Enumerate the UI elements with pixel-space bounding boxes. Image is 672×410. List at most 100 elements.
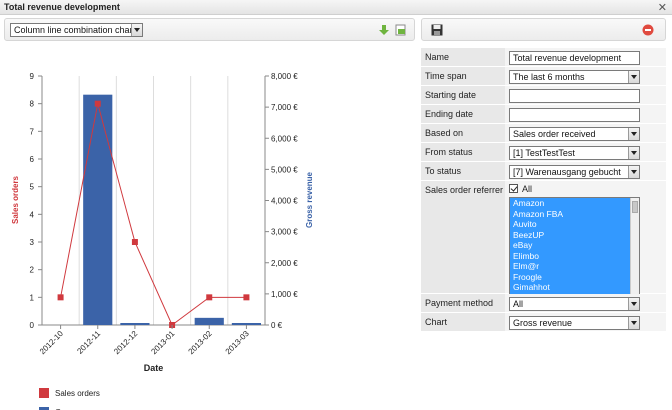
referrer-listbox[interactable]: Amazon Amazon FBA Auvito BeezUP eBay Elimbo El…	[509, 197, 640, 296]
referrer-label: Sales order referrer	[421, 181, 505, 293]
referrer-option[interactable]: Froogle	[510, 272, 639, 283]
chevron-down-icon	[628, 147, 639, 159]
revenue-bar	[120, 323, 150, 325]
right-tick-label: 0 €	[271, 321, 283, 330]
chevron-down-icon	[628, 166, 639, 178]
legend-swatch	[39, 388, 49, 398]
right-tick-label: 3,000 €	[271, 228, 298, 237]
payment-label: Payment method	[421, 294, 505, 312]
form-row-to-status: To status [7] Warenausgang gebucht	[421, 162, 666, 181]
payment-select[interactable]: All	[509, 297, 640, 311]
left-tick-label: 3	[30, 238, 35, 247]
payment-value: All	[513, 299, 524, 309]
sales-orders-point	[94, 100, 101, 107]
timespan-select[interactable]: The last 6 months	[509, 70, 640, 84]
form-row-name: Name Total revenue development	[421, 48, 666, 67]
based-on-value: Sales order received	[513, 129, 596, 139]
chart-toolbar: Column line combination chart	[4, 18, 415, 41]
x-tick-label: 2012-11	[75, 329, 102, 356]
x-tick-label: 2013-02	[187, 329, 215, 357]
referrer-option[interactable]: Amazon	[510, 198, 639, 209]
left-tick-label: 1	[30, 293, 35, 302]
chevron-down-icon	[628, 128, 639, 140]
referrer-option[interactable]: Amazon FBA	[510, 209, 639, 220]
referrer-option[interactable]: eBay	[510, 240, 639, 251]
chevron-down-icon	[628, 317, 639, 329]
to-status-label: To status	[421, 162, 505, 180]
x-axis-title: Date	[144, 363, 164, 373]
to-status-value: [7] Warenausgang gebucht	[513, 167, 621, 177]
referrer-option[interactable]: Gimahhot	[510, 282, 639, 293]
timespan-value: The last 6 months	[513, 72, 585, 82]
left-axis-title: Sales orders	[11, 175, 20, 224]
form-row-referrer: Sales order referrer All Amazon Amazon FB…	[421, 181, 666, 296]
ending-date-label: Ending date	[421, 105, 505, 123]
left-tick-label: 8	[30, 100, 35, 109]
referrer-option[interactable]: Elimbo	[510, 251, 639, 262]
form-row-timespan: Time span The last 6 months	[421, 67, 666, 86]
right-tick-label: 5,000 €	[271, 165, 298, 174]
right-tick-label: 4,000 €	[271, 197, 298, 206]
form-row-chart: Chart Gross revenue	[421, 313, 666, 332]
sales-orders-point	[131, 239, 138, 245]
name-label: Name	[421, 48, 505, 66]
chart-value: Gross revenue	[513, 318, 573, 328]
download-arrow-icon[interactable]	[378, 24, 390, 36]
red-minus-icon[interactable]	[642, 24, 654, 36]
starting-date-field[interactable]	[509, 89, 640, 103]
referrer-all-checkbox[interactable]	[509, 184, 518, 193]
sales-orders-point	[206, 294, 213, 301]
left-tick-label: 2	[30, 266, 35, 275]
form-row-from-status: From status [1] TestTestTest	[421, 143, 666, 162]
x-tick-label: 2013-03	[224, 329, 252, 357]
revenue-bar	[83, 94, 113, 325]
scrollbar-thumb[interactable]	[632, 201, 638, 213]
from-status-label: From status	[421, 143, 505, 161]
listbox-scrollbar[interactable]	[630, 198, 639, 295]
chart-label: Chart	[421, 313, 505, 331]
timespan-label: Time span	[421, 67, 505, 85]
form-row-payment: Payment method All	[421, 294, 666, 313]
chevron-down-icon	[131, 24, 142, 36]
right-axis-title: Gross revenue	[305, 171, 314, 228]
referrer-option[interactable]: BeezUP	[510, 230, 639, 241]
based-on-label: Based on	[421, 124, 505, 142]
export-document-icon[interactable]	[395, 24, 407, 36]
ending-date-field[interactable]	[509, 108, 640, 122]
referrer-all-label: All	[522, 184, 533, 194]
form-row-based-on: Based on Sales order received	[421, 124, 666, 143]
referrer-option[interactable]: Auvito	[510, 219, 639, 230]
from-status-value: [1] TestTestTest	[513, 148, 575, 158]
settings-panel: Name Total revenue development Time span…	[421, 18, 666, 336]
x-tick-label: 2012-10	[38, 329, 66, 357]
right-tick-label: 6,000 €	[271, 134, 298, 143]
chart-type-select[interactable]: Column line combination chart	[10, 23, 143, 37]
form-row-end: Ending date	[421, 105, 666, 124]
right-tick-label: 2,000 €	[271, 259, 298, 268]
revenue-bar	[194, 317, 224, 325]
legend-label: Sales orders	[55, 389, 100, 398]
left-tick-label: 0	[30, 321, 35, 330]
to-status-select[interactable]: [7] Warenausgang gebucht	[509, 165, 640, 179]
left-tick-label: 9	[30, 72, 35, 81]
from-status-select[interactable]: [1] TestTestTest	[509, 146, 640, 160]
name-field[interactable]: Total revenue development	[509, 51, 640, 65]
based-on-select[interactable]: Sales order received	[509, 127, 640, 141]
close-icon[interactable]: ✕	[658, 1, 667, 14]
starting-date-label: Starting date	[421, 86, 505, 104]
chevron-down-icon	[628, 298, 639, 310]
revenue-bar	[231, 323, 261, 325]
right-tick-label: 8,000 €	[271, 72, 298, 81]
chart-panel: Column line combination chart 0 1 2 3 4 5 6 7 8 9…	[4, 18, 415, 410]
sales-orders-point	[57, 294, 64, 301]
chart-select[interactable]: Gross revenue	[509, 316, 640, 330]
settings-toolbar	[421, 18, 666, 41]
chevron-down-icon	[628, 71, 639, 83]
right-tick-label: 1,000 €	[271, 290, 298, 299]
floppy-disk-icon[interactable]	[431, 24, 443, 36]
chart-canvas: 0 1 2 3 4 5 6 7 8 9 0 € 1,000 € 2,000 € 3,000 € 4,000 …	[11, 72, 314, 410]
referrer-option[interactable]: Elm@r	[510, 261, 639, 272]
window-title: Total revenue development	[4, 2, 120, 12]
left-tick-label: 7	[30, 127, 35, 136]
sales-orders-point	[243, 294, 250, 301]
